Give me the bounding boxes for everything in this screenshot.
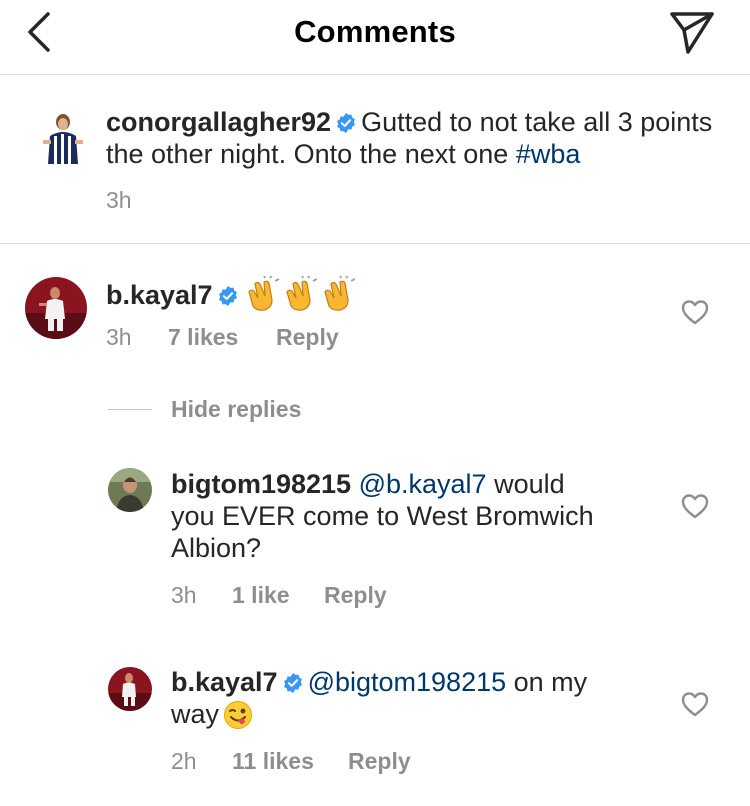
reply-body-line1: on my — [513, 667, 588, 697]
heart-icon[interactable] — [680, 492, 710, 520]
hide-replies-line — [108, 409, 152, 410]
heart-icon[interactable] — [680, 298, 710, 326]
user-photo — [108, 468, 152, 512]
paper-plane-icon — [670, 12, 714, 54]
page-title: Comments — [294, 14, 456, 49]
hashtag-link[interactable]: #wba — [516, 139, 581, 169]
share-button[interactable] — [666, 8, 718, 56]
reply-meta: 3h 1 like Reply — [171, 582, 387, 609]
reply-body-line2: way — [171, 699, 220, 729]
reply-time: 3h — [171, 582, 197, 608]
caption-divider — [0, 243, 750, 244]
player-photo — [108, 667, 152, 711]
reply-button[interactable]: Reply — [348, 748, 411, 775]
reply-body-line2: you EVER come to West Bromwich — [171, 501, 594, 531]
comment-text: b.kayal7 — [106, 276, 666, 312]
caption-text: conorgallagher92 Gutted to not take all 3… — [106, 106, 726, 170]
hide-replies-button[interactable]: Hide replies — [171, 396, 301, 423]
heart-icon[interactable] — [680, 690, 710, 718]
verified-badge-icon — [283, 672, 302, 694]
verified-badge-icon — [218, 285, 237, 307]
comment-meta: 3h 7 likes Reply — [106, 324, 339, 351]
caption-meta: 3h — [106, 187, 132, 214]
reply-button[interactable]: Reply — [276, 324, 339, 351]
reply-username[interactable]: b.kayal7 — [171, 667, 278, 697]
player-photo — [25, 277, 87, 339]
avatar[interactable] — [108, 667, 152, 711]
reply-username[interactable]: bigtom198215 — [171, 469, 351, 499]
mention-link[interactable]: @bigtom198215 — [308, 667, 507, 697]
reply-text: bigtom198215 @b.kayal7 would you EVER com… — [171, 468, 651, 564]
avatar[interactable] — [41, 110, 85, 170]
reply-button[interactable]: Reply — [324, 582, 387, 609]
caption-time: 3h — [106, 187, 132, 213]
reply-time: 2h — [171, 748, 197, 774]
avatar[interactable] — [108, 468, 152, 512]
clapping-hands-icon — [247, 276, 280, 311]
winking-face-with-tongue-icon — [224, 701, 253, 729]
comment-time: 3h — [106, 324, 132, 350]
reply-body-line3: Albion? — [171, 533, 262, 563]
reply-body-line1: would — [494, 469, 565, 499]
reply-meta: 2h 11 likes Reply — [171, 748, 411, 775]
header-bar: Comments — [0, 0, 750, 74]
clapping-hands-icon — [285, 276, 318, 311]
reply-likes[interactable]: 11 likes — [232, 748, 348, 775]
reply-text: b.kayal7 @bigtom198215 on my way — [171, 666, 651, 730]
reply-likes[interactable]: 1 like — [232, 582, 324, 609]
caption-username[interactable]: conorgallagher92 — [106, 107, 331, 137]
player-photo — [41, 110, 85, 170]
comment-username[interactable]: b.kayal7 — [106, 280, 213, 310]
mention-link[interactable]: @b.kayal7 — [359, 469, 487, 499]
header-divider — [0, 74, 750, 75]
avatar[interactable] — [25, 277, 87, 339]
clapping-hands-icon — [323, 276, 356, 311]
comment-likes[interactable]: 7 likes — [168, 324, 276, 351]
verified-badge-icon — [337, 112, 356, 134]
